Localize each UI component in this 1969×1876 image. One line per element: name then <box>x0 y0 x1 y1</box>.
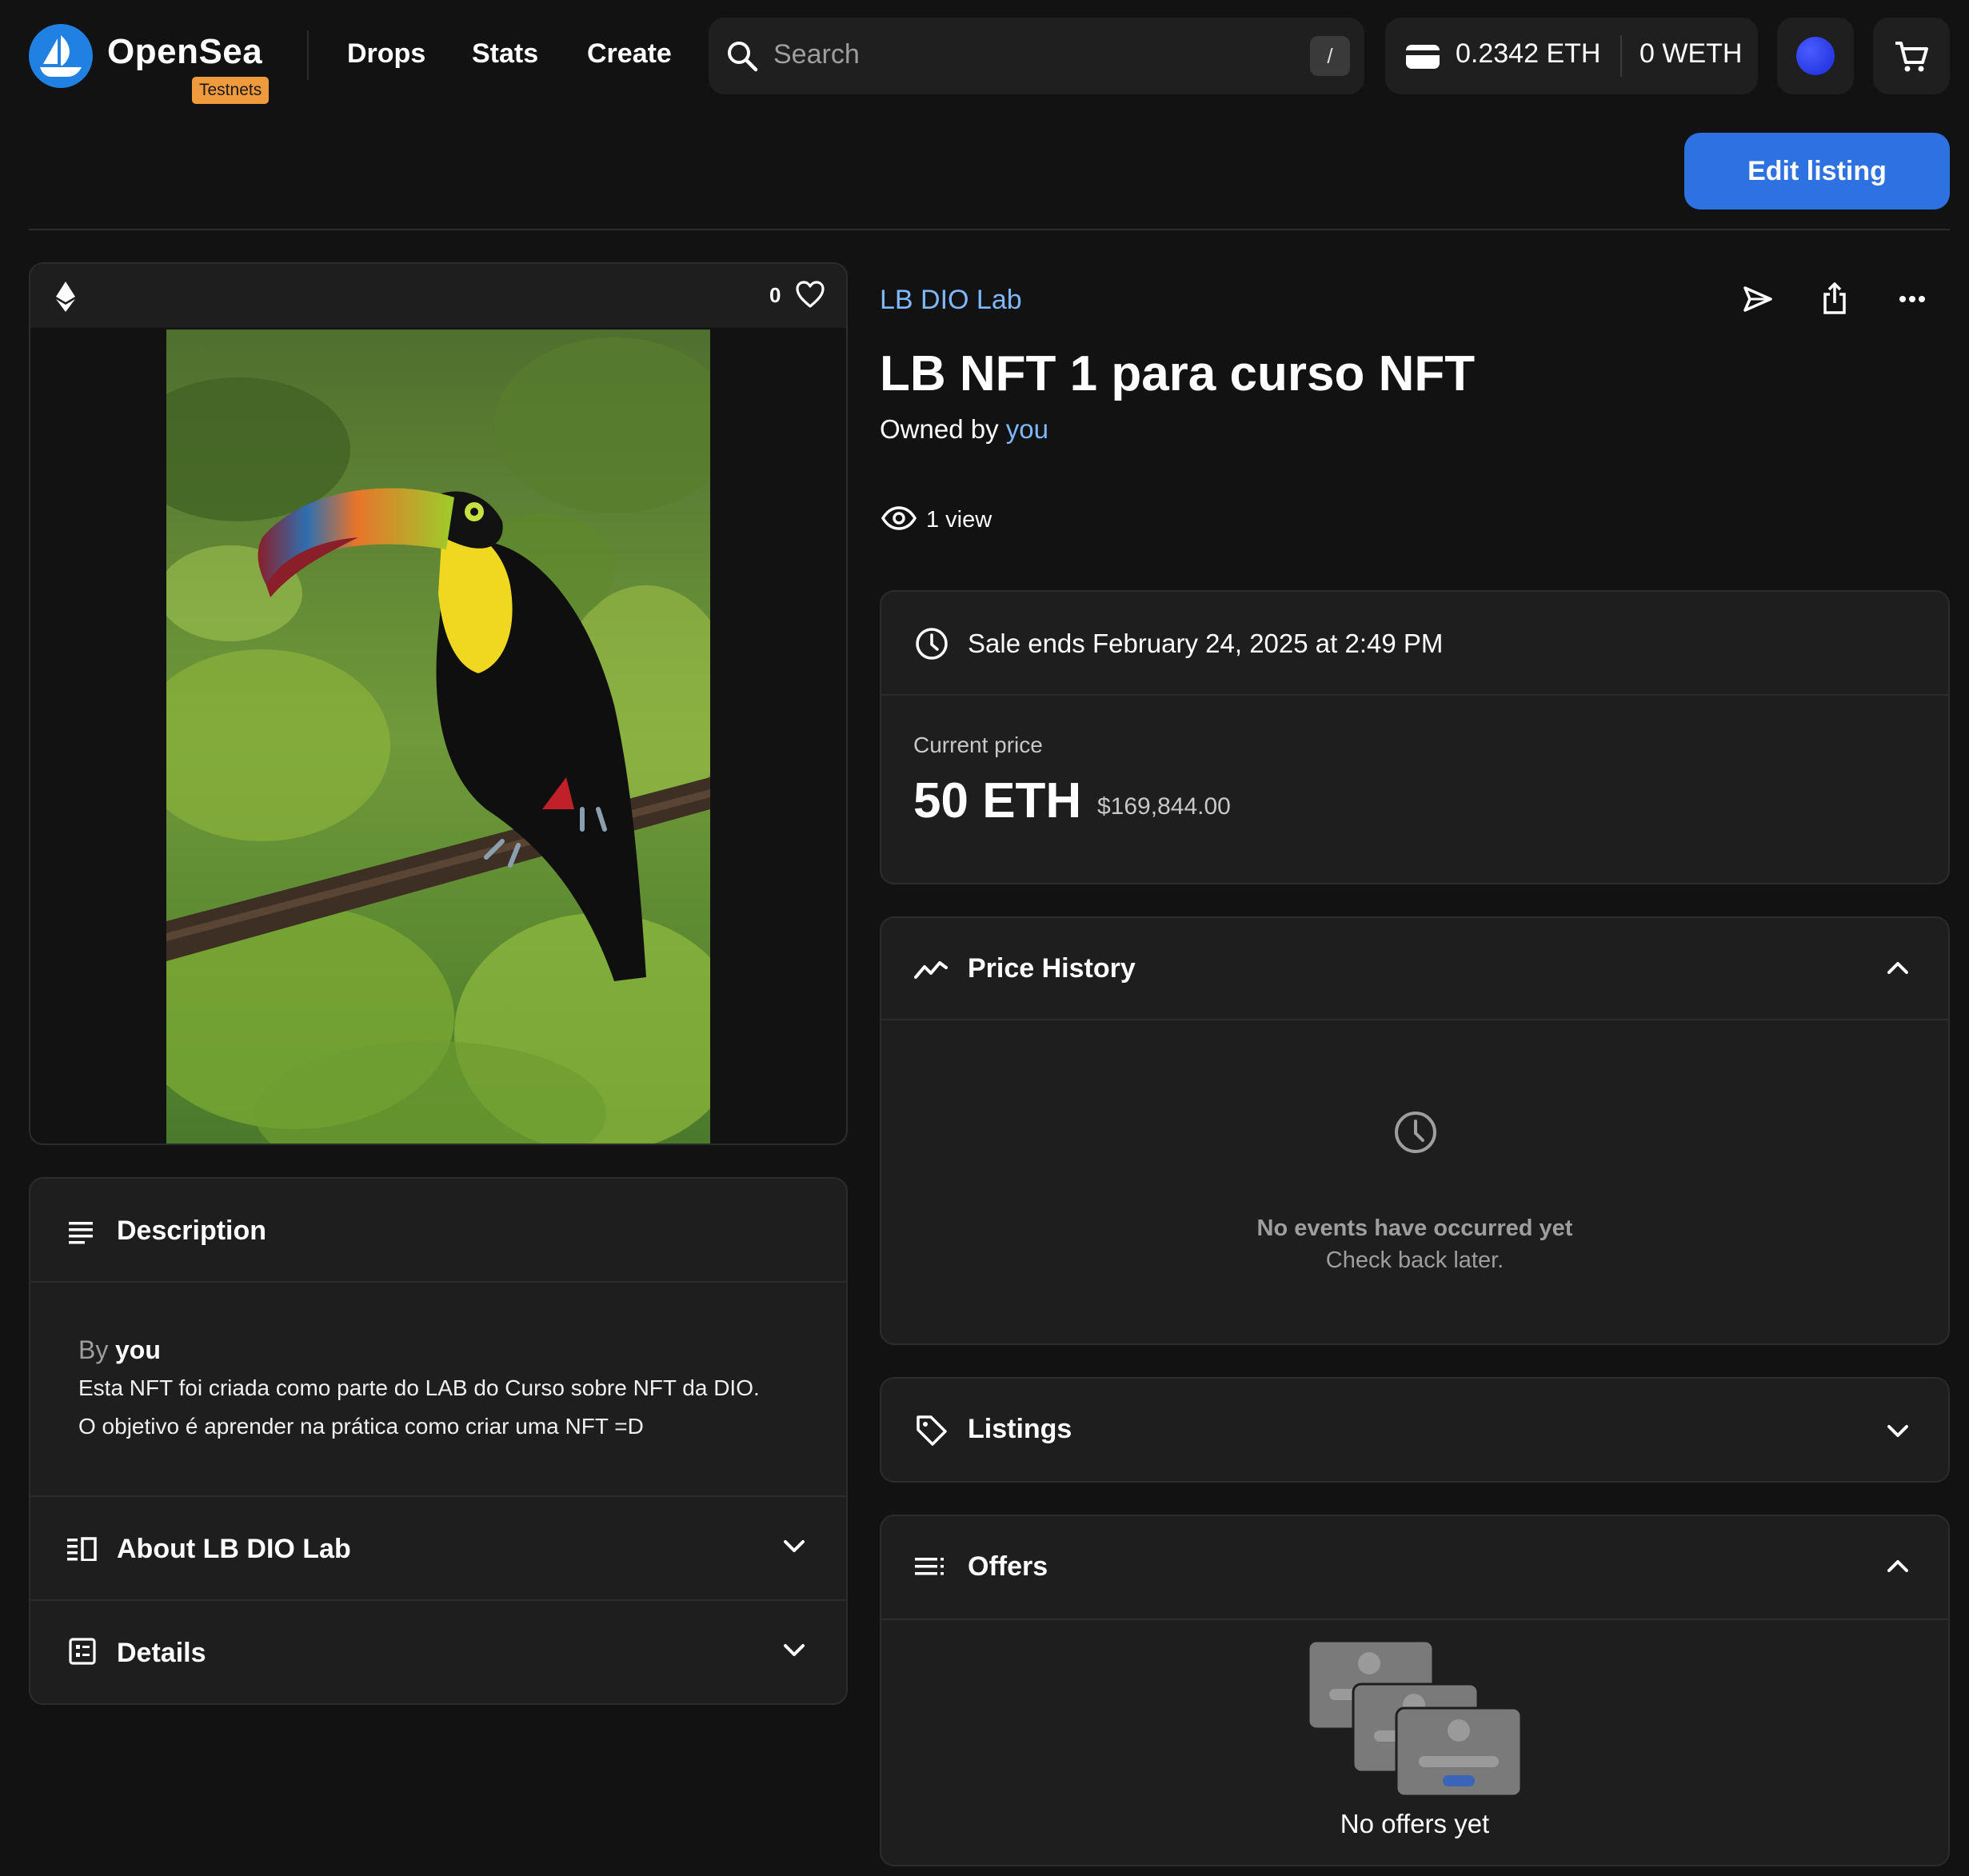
favorite-count: 0 <box>769 283 781 307</box>
nav-drops[interactable]: Drops <box>347 38 425 70</box>
description-line-2: O objetivo é aprender na prática como cr… <box>78 1414 644 1439</box>
divider <box>881 1019 1948 1020</box>
nav-create[interactable]: Create <box>587 38 672 70</box>
details-list-icon <box>69 1638 96 1665</box>
avatar <box>1796 37 1835 75</box>
chevron-down-icon <box>782 1642 806 1658</box>
nft-image-card: 0 <box>29 262 848 1145</box>
divider <box>881 694 1948 696</box>
offers-title: Offers <box>968 1551 1048 1582</box>
details-title: Details <box>117 1638 206 1668</box>
lines-icon <box>69 1220 94 1244</box>
view-count: 1 view <box>926 507 992 533</box>
description-line-1: Esta NFT foi criada como parte do LAB do… <box>78 1375 760 1400</box>
list-icon <box>915 1556 945 1577</box>
offers-panel: Offers No offers yet <box>880 1515 1950 1866</box>
price-history-empty-subtitle: Check back later. <box>1325 1247 1504 1273</box>
heart-icon[interactable] <box>795 280 825 309</box>
price-usd: $169,844.00 <box>1097 793 1231 820</box>
chevron-up-icon <box>1886 960 1910 976</box>
brand-name[interactable]: OpenSea <box>107 32 262 72</box>
header-separator <box>29 229 1950 230</box>
wallet-icon <box>1404 42 1441 72</box>
chevron-down-icon <box>782 1539 806 1555</box>
trend-line-icon <box>913 956 949 980</box>
by-label: By <box>78 1335 109 1364</box>
listings-accordion[interactable]: Listings <box>880 1377 1950 1483</box>
price-history-title: Price History <box>968 953 1136 984</box>
transfer-icon[interactable] <box>1742 285 1774 313</box>
description-panel: Description By you Esta NFT foi criada c… <box>29 1177 848 1705</box>
search-placeholder: Search <box>773 39 860 70</box>
author-link[interactable]: you <box>115 1335 161 1365</box>
toucan-image <box>126 329 742 1144</box>
search-icon <box>725 38 760 74</box>
eth-balance: 0.2342 ETH <box>1456 38 1601 69</box>
testnets-badge: Testnets <box>192 77 270 104</box>
nft-title: LB NFT 1 para curso NFT <box>880 346 1476 401</box>
listings-title: Listings <box>968 1414 1072 1444</box>
collection-link[interactable]: LB DIO Lab <box>880 285 1022 316</box>
chevron-down-icon <box>1886 1423 1910 1439</box>
chevron-up-icon <box>1886 1558 1910 1574</box>
description-title[interactable]: Description <box>117 1215 266 1247</box>
opensea-logo-icon[interactable] <box>29 24 93 88</box>
header-divider <box>307 30 309 80</box>
edit-listing-button[interactable]: Edit listing <box>1684 133 1950 210</box>
cart-icon <box>1892 37 1931 75</box>
weth-balance: 0 WETH <box>1640 38 1743 69</box>
price-history-panel: Price History No events have occurred ye… <box>880 916 1950 1345</box>
share-icon[interactable] <box>1822 281 1847 315</box>
sale-panel: Sale ends February 24, 2025 at 2:49 PM C… <box>880 590 1950 884</box>
no-offers-text: No offers yet <box>1340 1809 1490 1838</box>
nav-stats[interactable]: Stats <box>472 38 538 70</box>
current-price-label: Current price <box>913 732 1043 757</box>
clock-icon <box>915 627 949 661</box>
image-toolbar <box>30 264 846 328</box>
price-eth: 50 ETH <box>913 773 1082 828</box>
owner-link[interactable]: you <box>1006 414 1048 444</box>
collection-info-icon <box>67 1537 98 1561</box>
ethereum-icon <box>56 281 75 312</box>
empty-offers-cards-icon <box>1305 1639 1529 1799</box>
wallet-divider <box>1620 35 1622 77</box>
search-shortcut-key: / <box>1310 36 1350 76</box>
tag-icon <box>915 1414 949 1447</box>
clock-icon <box>1393 1110 1438 1155</box>
about-collection-title: About LB DIO Lab <box>117 1534 351 1564</box>
more-options-icon[interactable] <box>1899 294 1926 304</box>
divider <box>881 1619 1948 1620</box>
owned-by-label: Owned by <box>880 414 999 444</box>
owner-line: Owned by you <box>880 414 1048 445</box>
divider <box>30 1281 846 1283</box>
sale-end-time: Sale ends February 24, 2025 at 2:49 PM <box>968 629 1444 658</box>
price-history-empty-title: No events have occurred yet <box>1256 1215 1573 1241</box>
eye-icon <box>881 505 917 531</box>
